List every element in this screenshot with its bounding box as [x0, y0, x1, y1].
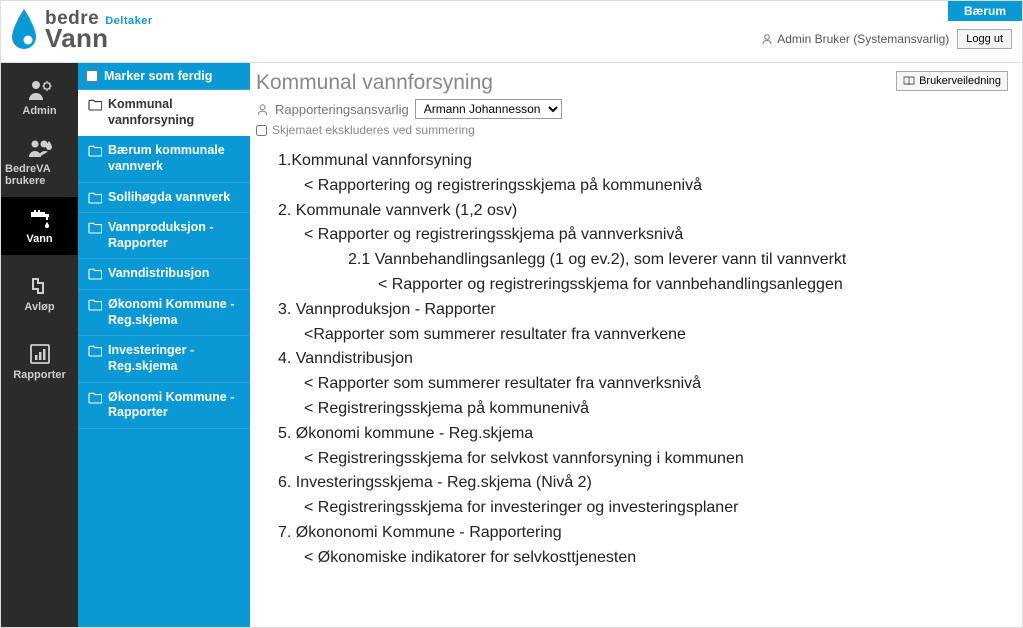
rail-item-avlop[interactable]: Avløp	[1, 265, 78, 323]
mark-done-row[interactable]: Marker som ferdig	[78, 63, 250, 90]
nav-item-label: Bærum kommunale vannverk	[108, 143, 242, 174]
nav-item-label: Vanndistribusjon	[108, 266, 209, 282]
rail-item-label: Vann	[26, 233, 52, 245]
folder-icon	[88, 268, 102, 280]
outline-line: < Rapporter som summerer resultater fra …	[278, 372, 1008, 397]
outline-line: 1.Kommunal vannforsyning	[278, 149, 1008, 174]
folder-icon	[88, 392, 102, 404]
logo-text-bottom: Vann	[45, 25, 153, 51]
folder-icon	[88, 299, 102, 311]
responsible-row: Rapporteringsansvarlig Armann Johannesso…	[256, 99, 562, 119]
bedreva-brukere-icon	[27, 137, 53, 159]
nav-item[interactable]: Sollihøgda vannverk	[78, 183, 250, 214]
outline-line: 5. Økonomi kommune - Reg.skjema	[278, 422, 1008, 447]
outline-line: 3. Vannproduksjon - Rapporter	[278, 298, 1008, 323]
responsible-label: Rapporteringsansvarlig	[275, 102, 409, 117]
outline-line: 6. Investeringsskjema - Reg.skjema (Nivå…	[278, 471, 1008, 496]
nav-item-label: Økonomi Kommune - Rapporter	[108, 390, 242, 421]
nav-item-label: Kommunal vannforsyning	[108, 97, 242, 128]
outline-line: 4. Vanndistribusjon	[278, 347, 1008, 372]
nav-item[interactable]: Økonomi Kommune - Rapporter	[78, 383, 250, 429]
avlop-icon	[27, 275, 53, 297]
rail-item-label: Admin	[22, 105, 56, 117]
nav-item-label: Investeringer - Reg.skjema	[108, 343, 242, 374]
main-content: Kommunal vannforsyning Rapporteringsansv…	[250, 63, 1022, 627]
outline-line: < Økonomiske indikatorer for selvkosttje…	[278, 546, 1008, 571]
user-icon	[256, 103, 269, 116]
user-name-label: Admin Bruker (Systemansvarlig)	[777, 32, 949, 46]
exclude-checkbox[interactable]	[256, 125, 267, 136]
rapporter-icon	[27, 343, 53, 365]
nav-item[interactable]: Vannproduksjon - Rapporter	[78, 213, 250, 259]
rail-item-label: Rapporter	[13, 369, 66, 381]
water-drop-icon	[7, 7, 41, 53]
rail-item-rapporter[interactable]: Rapporter	[1, 333, 78, 391]
outline-line: <Rapporter som summerer resultater fra v…	[278, 323, 1008, 348]
outline-line: < Registreringsskjema på kommunenivå	[278, 397, 1008, 422]
page-title: Kommunal vannforsyning	[256, 71, 562, 95]
nav-item[interactable]: Kommunal vannforsyning	[78, 90, 250, 136]
responsible-select[interactable]: Armann Johannesson	[415, 99, 562, 119]
nav-item[interactable]: Investeringer - Reg.skjema	[78, 336, 250, 382]
logout-button[interactable]: Logg ut	[957, 29, 1012, 49]
nav-item-label: Økonomi Kommune - Reg.skjema	[108, 297, 242, 328]
outline-line: < Rapporter og registreringsskjema for v…	[278, 273, 1008, 298]
vann-icon	[27, 207, 53, 229]
mark-done-label: Marker som ferdig	[104, 69, 212, 83]
user-icon	[761, 33, 773, 45]
rail-item-bedreva-brukere[interactable]: BedreVA brukere	[1, 127, 78, 197]
folder-icon	[88, 145, 102, 157]
rail-item-label: BedreVA brukere	[5, 163, 74, 187]
rail-item-label: Avløp	[24, 301, 54, 313]
left-rail: Admin BedreVA brukere Vann Avløp Rapporter	[1, 63, 78, 627]
secondary-nav: Marker som ferdig Kommunal vannforsyning…	[78, 63, 250, 627]
rail-item-admin[interactable]: Admin	[1, 69, 78, 127]
outline-line: < Rapportering og registreringsskjema på…	[278, 174, 1008, 199]
folder-icon	[88, 345, 102, 357]
nav-item-label: Vannproduksjon - Rapporter	[108, 220, 242, 251]
outline-line: < Registreringsskjema for selvkost vannf…	[278, 447, 1008, 472]
user-guide-label: Brukerveiledning	[919, 75, 1001, 87]
book-icon	[903, 76, 915, 86]
nav-item-label: Sollihøgda vannverk	[108, 190, 230, 206]
app-header: bedre Deltaker Vann Bærum Admin Bruker (…	[1, 1, 1022, 63]
outline-line: 2.1 Vannbehandlingsanlegg (1 og ev.2), s…	[278, 248, 1008, 273]
nav-item[interactable]: Vanndistribusjon	[78, 259, 250, 290]
content-outline: 1.Kommunal vannforsyning< Rapportering o…	[256, 149, 1008, 571]
user-guide-button[interactable]: Brukerveiledning	[896, 71, 1008, 91]
rail-item-vann[interactable]: Vann	[1, 197, 78, 255]
nav-item[interactable]: Bærum kommunale vannverk	[78, 136, 250, 182]
outline-line: < Registreringsskjema for investeringer …	[278, 496, 1008, 521]
folder-icon	[88, 222, 102, 234]
mark-done-checkbox[interactable]	[86, 70, 98, 82]
folder-icon	[88, 99, 102, 111]
exclude-row: Skjemaet ekskluderes ved summering	[256, 123, 562, 137]
exclude-label: Skjemaet ekskluderes ved summering	[272, 123, 475, 137]
outline-line: 7. Økononomi Kommune - Rapportering	[278, 521, 1008, 546]
admin-icon	[27, 79, 53, 101]
outline-line: 2. Kommunale vannverk (1,2 osv)	[278, 199, 1008, 224]
current-user: Admin Bruker (Systemansvarlig)	[761, 32, 949, 46]
logo: bedre Deltaker Vann	[1, 1, 163, 53]
org-badge[interactable]: Bærum	[948, 1, 1022, 21]
nav-item[interactable]: Økonomi Kommune - Reg.skjema	[78, 290, 250, 336]
folder-icon	[88, 192, 102, 204]
outline-line: < Rapporter og registreringsskjema på va…	[278, 223, 1008, 248]
